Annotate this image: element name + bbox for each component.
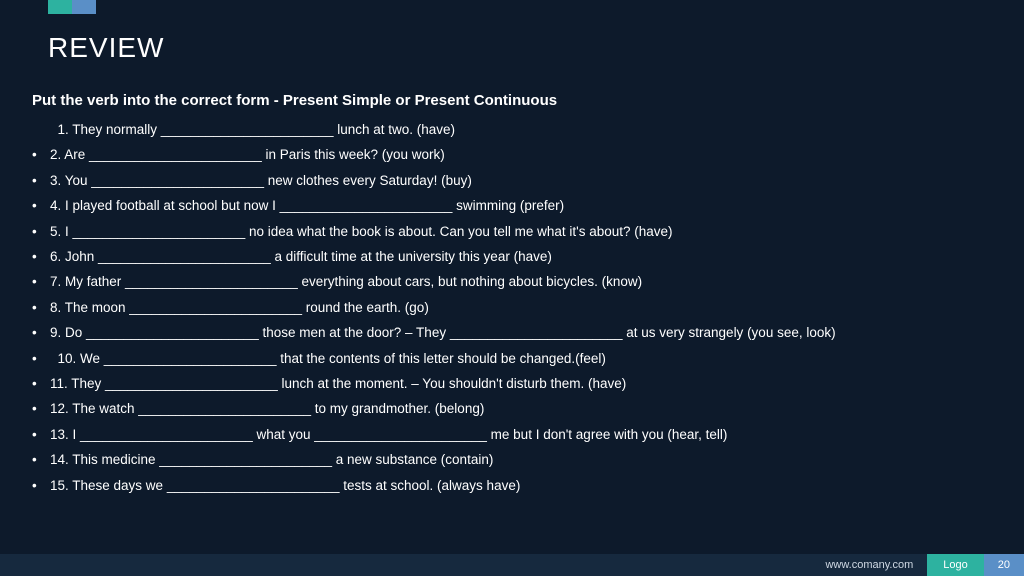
question-row: •8. The moon _______________________ rou… [32, 299, 992, 317]
question-text: 4. I played football at school but now I… [50, 197, 564, 215]
page-title: REVIEW [48, 32, 164, 64]
footer-logo: Logo [927, 554, 983, 576]
question-text: 5. I _______________________ no idea wha… [50, 223, 673, 241]
question-list: • 1. They normally _____________________… [32, 121, 992, 495]
question-text: 12. The watch _______________________ to… [50, 400, 484, 418]
bullet-icon: • [32, 426, 50, 444]
bullet-icon: • [32, 350, 50, 368]
question-row: • 10. We _______________________ that th… [32, 350, 992, 368]
footer: www.comany.com Logo 20 [0, 554, 1024, 576]
question-row: •6. John _______________________ a diffi… [32, 248, 992, 266]
question-text: 15. These days we ______________________… [50, 477, 520, 495]
bullet-icon: • [32, 146, 50, 164]
bullet-icon: • [32, 299, 50, 317]
accent-block-teal [48, 0, 72, 14]
question-text: 6. John _______________________ a diffic… [50, 248, 552, 266]
question-row: •14. This medicine _____________________… [32, 451, 992, 469]
footer-url: www.comany.com [811, 554, 927, 576]
bullet-icon: • [32, 400, 50, 418]
question-text: 8. The moon _______________________ roun… [50, 299, 429, 317]
bullet-icon: • [32, 451, 50, 469]
question-text: 11. They _______________________ lunch a… [50, 375, 626, 393]
question-text: 3. You _______________________ new cloth… [50, 172, 472, 190]
question-text: 14. This medicine ______________________… [50, 451, 493, 469]
question-row: •3. You _______________________ new clot… [32, 172, 992, 190]
question-text: 10. We _______________________ that the … [50, 350, 606, 368]
bullet-icon: • [32, 477, 50, 495]
question-row: •12. The watch _______________________ t… [32, 400, 992, 418]
bullet-icon: • [32, 223, 50, 241]
question-row: •5. I _______________________ no idea wh… [32, 223, 992, 241]
content-area: Put the verb into the correct form - Pre… [32, 92, 992, 502]
instruction-text: Put the verb into the correct form - Pre… [32, 92, 992, 109]
question-row: •11. They _______________________ lunch … [32, 375, 992, 393]
accent-blocks [48, 0, 96, 14]
question-text: 9. Do _______________________ those men … [50, 324, 836, 342]
accent-block-blue [72, 0, 96, 14]
question-text: 7. My father _______________________ eve… [50, 273, 642, 291]
bullet-icon: • [32, 197, 50, 215]
question-text: 2. Are _______________________ in Paris … [50, 146, 445, 164]
question-text: 13. I _______________________ what you _… [50, 426, 727, 444]
question-row: • 1. They normally _____________________… [32, 121, 992, 139]
question-row: •4. I played football at school but now … [32, 197, 992, 215]
bullet-icon: • [32, 172, 50, 190]
question-row: •9. Do _______________________ those men… [32, 324, 992, 342]
bullet-icon: • [32, 324, 50, 342]
question-row: •2. Are _______________________ in Paris… [32, 146, 992, 164]
question-row: •13. I _______________________ what you … [32, 426, 992, 444]
question-row: •15. These days we _____________________… [32, 477, 992, 495]
question-row: •7. My father _______________________ ev… [32, 273, 992, 291]
bullet-icon: • [32, 273, 50, 291]
bullet-icon: • [32, 375, 50, 393]
question-text: 1. They normally _______________________… [50, 121, 455, 139]
bullet-icon: • [32, 248, 50, 266]
footer-page-number: 20 [984, 554, 1024, 576]
